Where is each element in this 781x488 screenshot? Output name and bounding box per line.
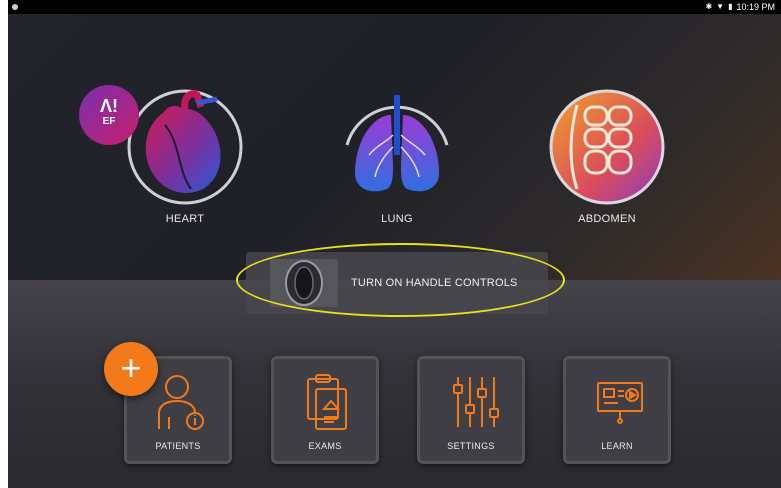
exam-type-lung[interactable]: LUNG bbox=[332, 85, 462, 225]
add-patient-button[interactable]: + bbox=[104, 342, 158, 396]
battery-icon: ▮ bbox=[728, 2, 733, 11]
notification-dot-icon bbox=[12, 4, 18, 10]
ai-icon: Λ! bbox=[100, 96, 118, 116]
highlight-ring bbox=[236, 243, 565, 317]
presentation-icon bbox=[594, 373, 646, 431]
ai-ef-badge[interactable]: Λ! EF bbox=[79, 85, 139, 145]
status-bar: ✱ ▼ ▮ 10:19 PM bbox=[8, 0, 781, 14]
lung-icon bbox=[337, 85, 457, 205]
abdomen-icon bbox=[547, 85, 667, 205]
bluetooth-icon: ✱ bbox=[705, 2, 713, 11]
ai-badge-label: EF bbox=[102, 116, 116, 127]
tile-label: LEARN bbox=[601, 441, 633, 451]
tile-label: SETTINGS bbox=[447, 441, 495, 451]
wifi-icon: ▼ bbox=[716, 2, 725, 11]
sliders-icon bbox=[448, 373, 500, 431]
tile-label: EXAMS bbox=[308, 441, 342, 451]
exams-tile[interactable]: EXAMS bbox=[271, 356, 379, 464]
tile-label: PATIENTS bbox=[155, 441, 201, 451]
patient-icon bbox=[155, 373, 207, 431]
exams-clipboard-icon bbox=[302, 373, 354, 431]
heart-icon bbox=[125, 85, 245, 205]
exam-type-heart[interactable]: HEART bbox=[120, 85, 250, 225]
status-icons: ✱ ▼ ▮ 10:19 PM bbox=[705, 2, 775, 12]
exam-type-label: HEART bbox=[165, 213, 205, 225]
home-screen: ✱ ▼ ▮ 10:19 PM HEART Λ! EF LUNG ABDOMEN … bbox=[8, 0, 781, 488]
settings-tile[interactable]: SETTINGS bbox=[417, 356, 525, 464]
learn-tile[interactable]: LEARN bbox=[563, 356, 671, 464]
exam-type-label: ABDOMEN bbox=[578, 213, 636, 225]
status-time: 10:19 PM bbox=[736, 2, 775, 12]
exam-type-label: LUNG bbox=[381, 213, 413, 225]
exam-type-abdomen[interactable]: ABDOMEN bbox=[542, 85, 672, 225]
